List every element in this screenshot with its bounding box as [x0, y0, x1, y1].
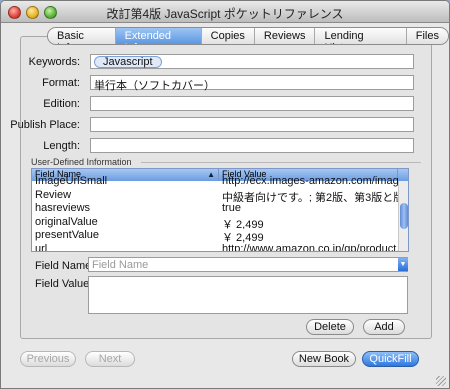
book-info-window: 改訂第4版 JavaScript ポケットリファレンス Basic Info. … [0, 0, 450, 389]
previous-button[interactable]: Previous [20, 351, 76, 367]
resize-grip-icon[interactable] [436, 376, 446, 386]
table-row[interactable]: Review 中級者向けです。; 第2版、第3版と版を... [32, 189, 400, 203]
tab-basic-info[interactable]: Basic Info. [48, 28, 116, 44]
title-bar[interactable]: 改訂第4版 JavaScript ポケットリファレンス [1, 1, 449, 23]
chevron-down-icon[interactable]: ▼ [398, 258, 408, 271]
table-row[interactable]: url http://www.amazon.co.jp/gp/product..… [32, 242, 400, 252]
tab-reviews[interactable]: Reviews [254, 28, 316, 44]
row-field-value: ￥ 2,499 [222, 232, 264, 243]
tab-copies[interactable]: Copies [201, 28, 255, 44]
format-field[interactable]: 単行本（ソフトカバー） [90, 75, 414, 92]
next-button[interactable]: Next [85, 351, 135, 367]
field-name-combo[interactable]: Field Name [88, 257, 408, 272]
edition-label: Edition: [43, 98, 80, 110]
field-name-label: Field Name: [35, 260, 95, 272]
tab-files[interactable]: Files [406, 28, 448, 44]
table-row[interactable]: presentValue ￥ 2,499 [32, 229, 400, 243]
table-row[interactable]: originalValue ￥ 2,499 [32, 216, 400, 230]
scrollbar-thumb[interactable] [400, 203, 408, 229]
row-field-name: ImageUrlSmall [35, 175, 108, 187]
format-label: Format: [42, 77, 80, 89]
row-field-value: ￥ 2,499 [222, 218, 264, 230]
table-row[interactable]: hasreviews true [32, 202, 400, 216]
publish-place-label: Publish Place: [10, 119, 80, 131]
keywords-field[interactable]: Javascript [90, 54, 414, 69]
publish-place-field[interactable] [90, 117, 414, 132]
tab-extended-info[interactable]: Extended Info. [115, 28, 202, 44]
row-field-name: originalValue [35, 215, 98, 228]
row-field-value: http://ecx.images-amazon.com/imag... [222, 175, 398, 187]
length-field[interactable] [90, 138, 414, 153]
row-field-name: Review [35, 188, 72, 201]
quickfill-button[interactable]: QuickFill [362, 351, 419, 367]
row-field-name: url [35, 242, 48, 252]
row-field-value: http://www.amazon.co.jp/gp/product... [222, 242, 398, 252]
new-book-button[interactable]: New Book [292, 351, 356, 367]
row-field-value: 中級者向けです。; 第2版、第3版と版を... [222, 191, 398, 203]
keywords-label: Keywords: [28, 56, 80, 68]
add-button[interactable]: Add [363, 319, 405, 335]
user-defined-table[interactable]: Field Name ▲ Field Value ImageUrlSmall h… [31, 168, 409, 252]
delete-button[interactable]: Delete [306, 319, 354, 335]
edition-field[interactable] [90, 96, 414, 111]
user-defined-section-label: User-Defined Information [31, 157, 132, 167]
length-label: Length: [43, 140, 80, 152]
row-field-value: true [222, 202, 241, 215]
window-title: 改訂第4版 JavaScript ポケットリファレンス [106, 7, 344, 21]
table-body: ImageUrlSmall http://ecx.images-amazon.c… [32, 175, 400, 252]
field-value-label: Field Value: [35, 278, 93, 290]
tab-lending-history[interactable]: Lending History [315, 28, 407, 44]
row-field-name: presentValue [35, 229, 100, 242]
tab-bar: Basic Info. Extended Info. Copies Review… [47, 27, 449, 45]
section-divider [141, 162, 421, 163]
keyword-token[interactable]: Javascript [94, 56, 162, 68]
table-scrollbar[interactable] [398, 181, 408, 251]
table-row[interactable]: ImageUrlSmall http://ecx.images-amazon.c… [32, 175, 400, 189]
field-value-textarea[interactable] [88, 276, 408, 314]
row-field-name: hasreviews [35, 202, 91, 215]
